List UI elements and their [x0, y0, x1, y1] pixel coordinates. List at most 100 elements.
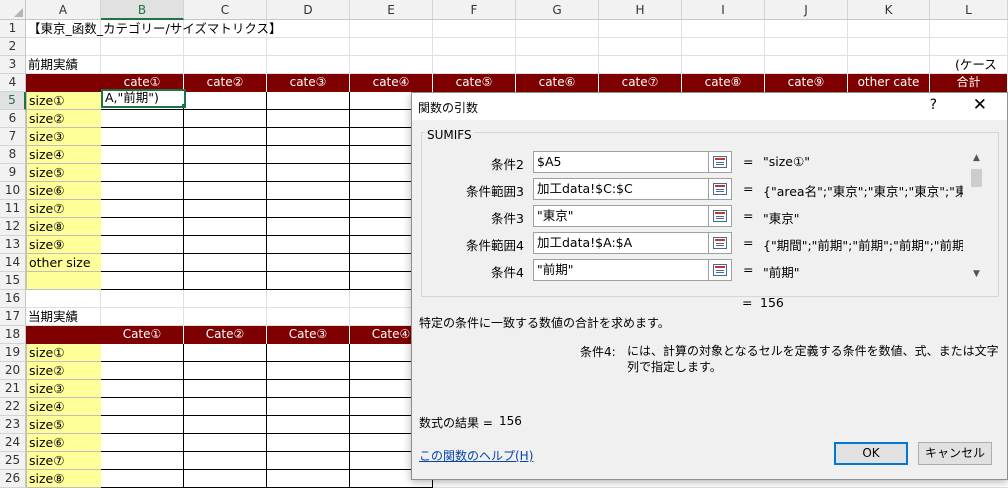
table2-data-cell[interactable] — [184, 470, 267, 488]
column-header-h[interactable]: H — [599, 0, 682, 20]
size-label-cell[interactable]: size② — [26, 362, 102, 380]
table2-header-cell[interactable]: Cate① — [101, 326, 184, 344]
table2-data-cell[interactable] — [101, 416, 184, 434]
collapse-dialog-button[interactable] — [709, 178, 732, 200]
size-label-cell[interactable]: size⑤ — [26, 416, 102, 434]
table2-data-cell[interactable] — [267, 362, 350, 380]
table1-data-cell[interactable] — [101, 164, 184, 182]
row-header-10[interactable]: 10 — [0, 182, 26, 200]
row-header-14[interactable]: 14 — [0, 254, 26, 272]
table2-data-cell[interactable] — [101, 434, 184, 452]
size-label-cell[interactable]: other size — [26, 254, 102, 272]
table1-data-cell[interactable] — [267, 110, 350, 128]
row-header-3[interactable]: 3 — [0, 56, 26, 74]
table1-header-cell[interactable]: cate⑥ — [516, 74, 599, 92]
row-header-26[interactable]: 26 — [0, 470, 26, 488]
table1-data-cell[interactable] — [101, 218, 184, 236]
table1-data-cell[interactable] — [184, 254, 267, 272]
size-label-cell[interactable]: size④ — [26, 398, 102, 416]
table2-data-cell[interactable] — [101, 452, 184, 470]
row-header-17[interactable]: 17 — [0, 308, 26, 326]
argument-input[interactable]: "東京" — [533, 205, 709, 227]
table2-data-cell[interactable] — [101, 380, 184, 398]
table1-data-cell[interactable] — [267, 146, 350, 164]
size-label-cell[interactable]: size⑨ — [26, 236, 102, 254]
table2-data-cell[interactable] — [267, 434, 350, 452]
row-header-2[interactable]: 2 — [0, 38, 26, 56]
column-header-k[interactable]: K — [848, 0, 930, 20]
table1-data-cell[interactable] — [101, 200, 184, 218]
unit-label[interactable]: (ケース — [955, 56, 1008, 74]
row-header-5[interactable]: 5 — [0, 92, 26, 110]
row-header-12[interactable]: 12 — [0, 218, 26, 236]
size-label-cell[interactable]: size① — [26, 344, 102, 362]
table2-data-cell[interactable] — [267, 344, 350, 362]
size-label-cell[interactable]: size⑤ — [26, 164, 102, 182]
argument-input[interactable]: $A5 — [533, 151, 709, 173]
row-header-6[interactable]: 6 — [0, 110, 26, 128]
function-help-link[interactable]: この関数のヘルプ(H) — [419, 447, 533, 464]
table1-header-cell[interactable]: 合計 — [930, 74, 1008, 92]
table1-data-cell[interactable] — [101, 254, 184, 272]
table2-data-cell[interactable] — [101, 362, 184, 380]
table1-data-cell[interactable] — [184, 182, 267, 200]
row-header-15[interactable]: 15 — [0, 272, 26, 290]
table1-data-cell[interactable] — [184, 128, 267, 146]
column-header-a[interactable]: A — [26, 0, 101, 20]
table1-data-cell[interactable] — [267, 272, 350, 290]
row-header-13[interactable]: 13 — [0, 236, 26, 254]
table2-data-cell[interactable] — [184, 380, 267, 398]
column-header-b[interactable]: B — [101, 0, 184, 20]
arguments-scrollbar[interactable]: ▲ ▼ — [969, 153, 984, 281]
active-cell-b5[interactable]: A,"前期") — [101, 89, 186, 108]
row-header-4[interactable]: 4 — [0, 74, 26, 92]
table1-data-cell[interactable] — [184, 218, 267, 236]
table1-data-cell[interactable] — [101, 272, 184, 290]
row-header-9[interactable]: 9 — [0, 164, 26, 182]
table2-data-cell[interactable] — [184, 398, 267, 416]
scroll-up-arrow-icon[interactable]: ▲ — [969, 153, 984, 165]
table1-header-cell[interactable]: other cate — [848, 74, 930, 92]
table1-data-cell[interactable] — [101, 146, 184, 164]
table2-data-cell[interactable] — [184, 416, 267, 434]
table1-data-cell[interactable] — [184, 92, 267, 110]
table2-data-cell[interactable] — [267, 398, 350, 416]
scroll-down-arrow-icon[interactable]: ▼ — [969, 269, 984, 281]
table2-header-cell[interactable]: Cate② — [184, 326, 267, 344]
table1-data-cell[interactable] — [101, 110, 184, 128]
table1-data-cell[interactable] — [267, 236, 350, 254]
row-header-20[interactable]: 20 — [0, 362, 26, 380]
table1-header-cell[interactable]: cate② — [184, 74, 267, 92]
collapse-dialog-button[interactable] — [709, 205, 732, 227]
row-header-19[interactable]: 19 — [0, 344, 26, 362]
table2-data-cell[interactable] — [101, 470, 184, 488]
row-header-24[interactable]: 24 — [0, 434, 26, 452]
table2-header-cell[interactable]: Cate③ — [267, 326, 350, 344]
table1-header-cell[interactable]: cate⑧ — [682, 74, 765, 92]
size-label-cell[interactable]: size⑧ — [26, 470, 102, 488]
table1-data-cell[interactable] — [267, 128, 350, 146]
row-header-18[interactable]: 18 — [0, 326, 26, 344]
row-header-11[interactable]: 11 — [0, 200, 26, 218]
help-icon[interactable]: ? — [930, 97, 937, 113]
table1-data-cell[interactable] — [101, 128, 184, 146]
collapse-dialog-button[interactable] — [709, 151, 732, 173]
current-period-label[interactable]: 当期実績 — [26, 308, 146, 326]
size-label-cell[interactable]: size③ — [26, 380, 102, 398]
table1-header-cell[interactable]: cate⑦ — [599, 74, 682, 92]
cancel-button[interactable]: キャンセル — [918, 442, 992, 465]
table1-header-cell[interactable]: cate⑤ — [433, 74, 516, 92]
size-label-cell[interactable]: size⑦ — [26, 452, 102, 470]
table1-data-cell[interactable] — [267, 200, 350, 218]
argument-input[interactable]: 加工data!$A:$A — [533, 232, 709, 254]
table2-data-cell[interactable] — [184, 434, 267, 452]
previous-period-label[interactable]: 前期実績 — [26, 56, 146, 74]
row-header-21[interactable]: 21 — [0, 380, 26, 398]
table1-data-cell[interactable] — [101, 236, 184, 254]
size-label-cell[interactable]: size③ — [26, 128, 102, 146]
scroll-thumb[interactable] — [971, 169, 982, 187]
table1-data-cell[interactable] — [267, 218, 350, 236]
column-header-i[interactable]: I — [682, 0, 765, 20]
table1-header-cell[interactable]: cate④ — [350, 74, 433, 92]
size-label-cell[interactable]: size⑥ — [26, 182, 102, 200]
